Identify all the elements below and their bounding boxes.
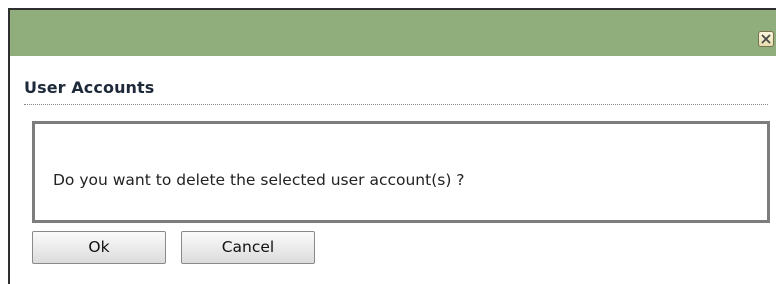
ok-button[interactable]: Ok <box>32 231 166 264</box>
confirm-message: Do you want to delete the selected user … <box>53 171 465 189</box>
dialog-section-title: User Accounts <box>24 78 155 97</box>
cancel-button[interactable]: Cancel <box>181 231 315 264</box>
dialog-titlebar[interactable] <box>10 10 776 56</box>
title-divider <box>24 104 768 105</box>
close-icon <box>761 34 771 44</box>
close-button[interactable] <box>758 31 774 47</box>
message-box: Do you want to delete the selected user … <box>32 121 770 223</box>
confirm-delete-dialog: User Accounts Do you want to delete the … <box>8 8 776 284</box>
